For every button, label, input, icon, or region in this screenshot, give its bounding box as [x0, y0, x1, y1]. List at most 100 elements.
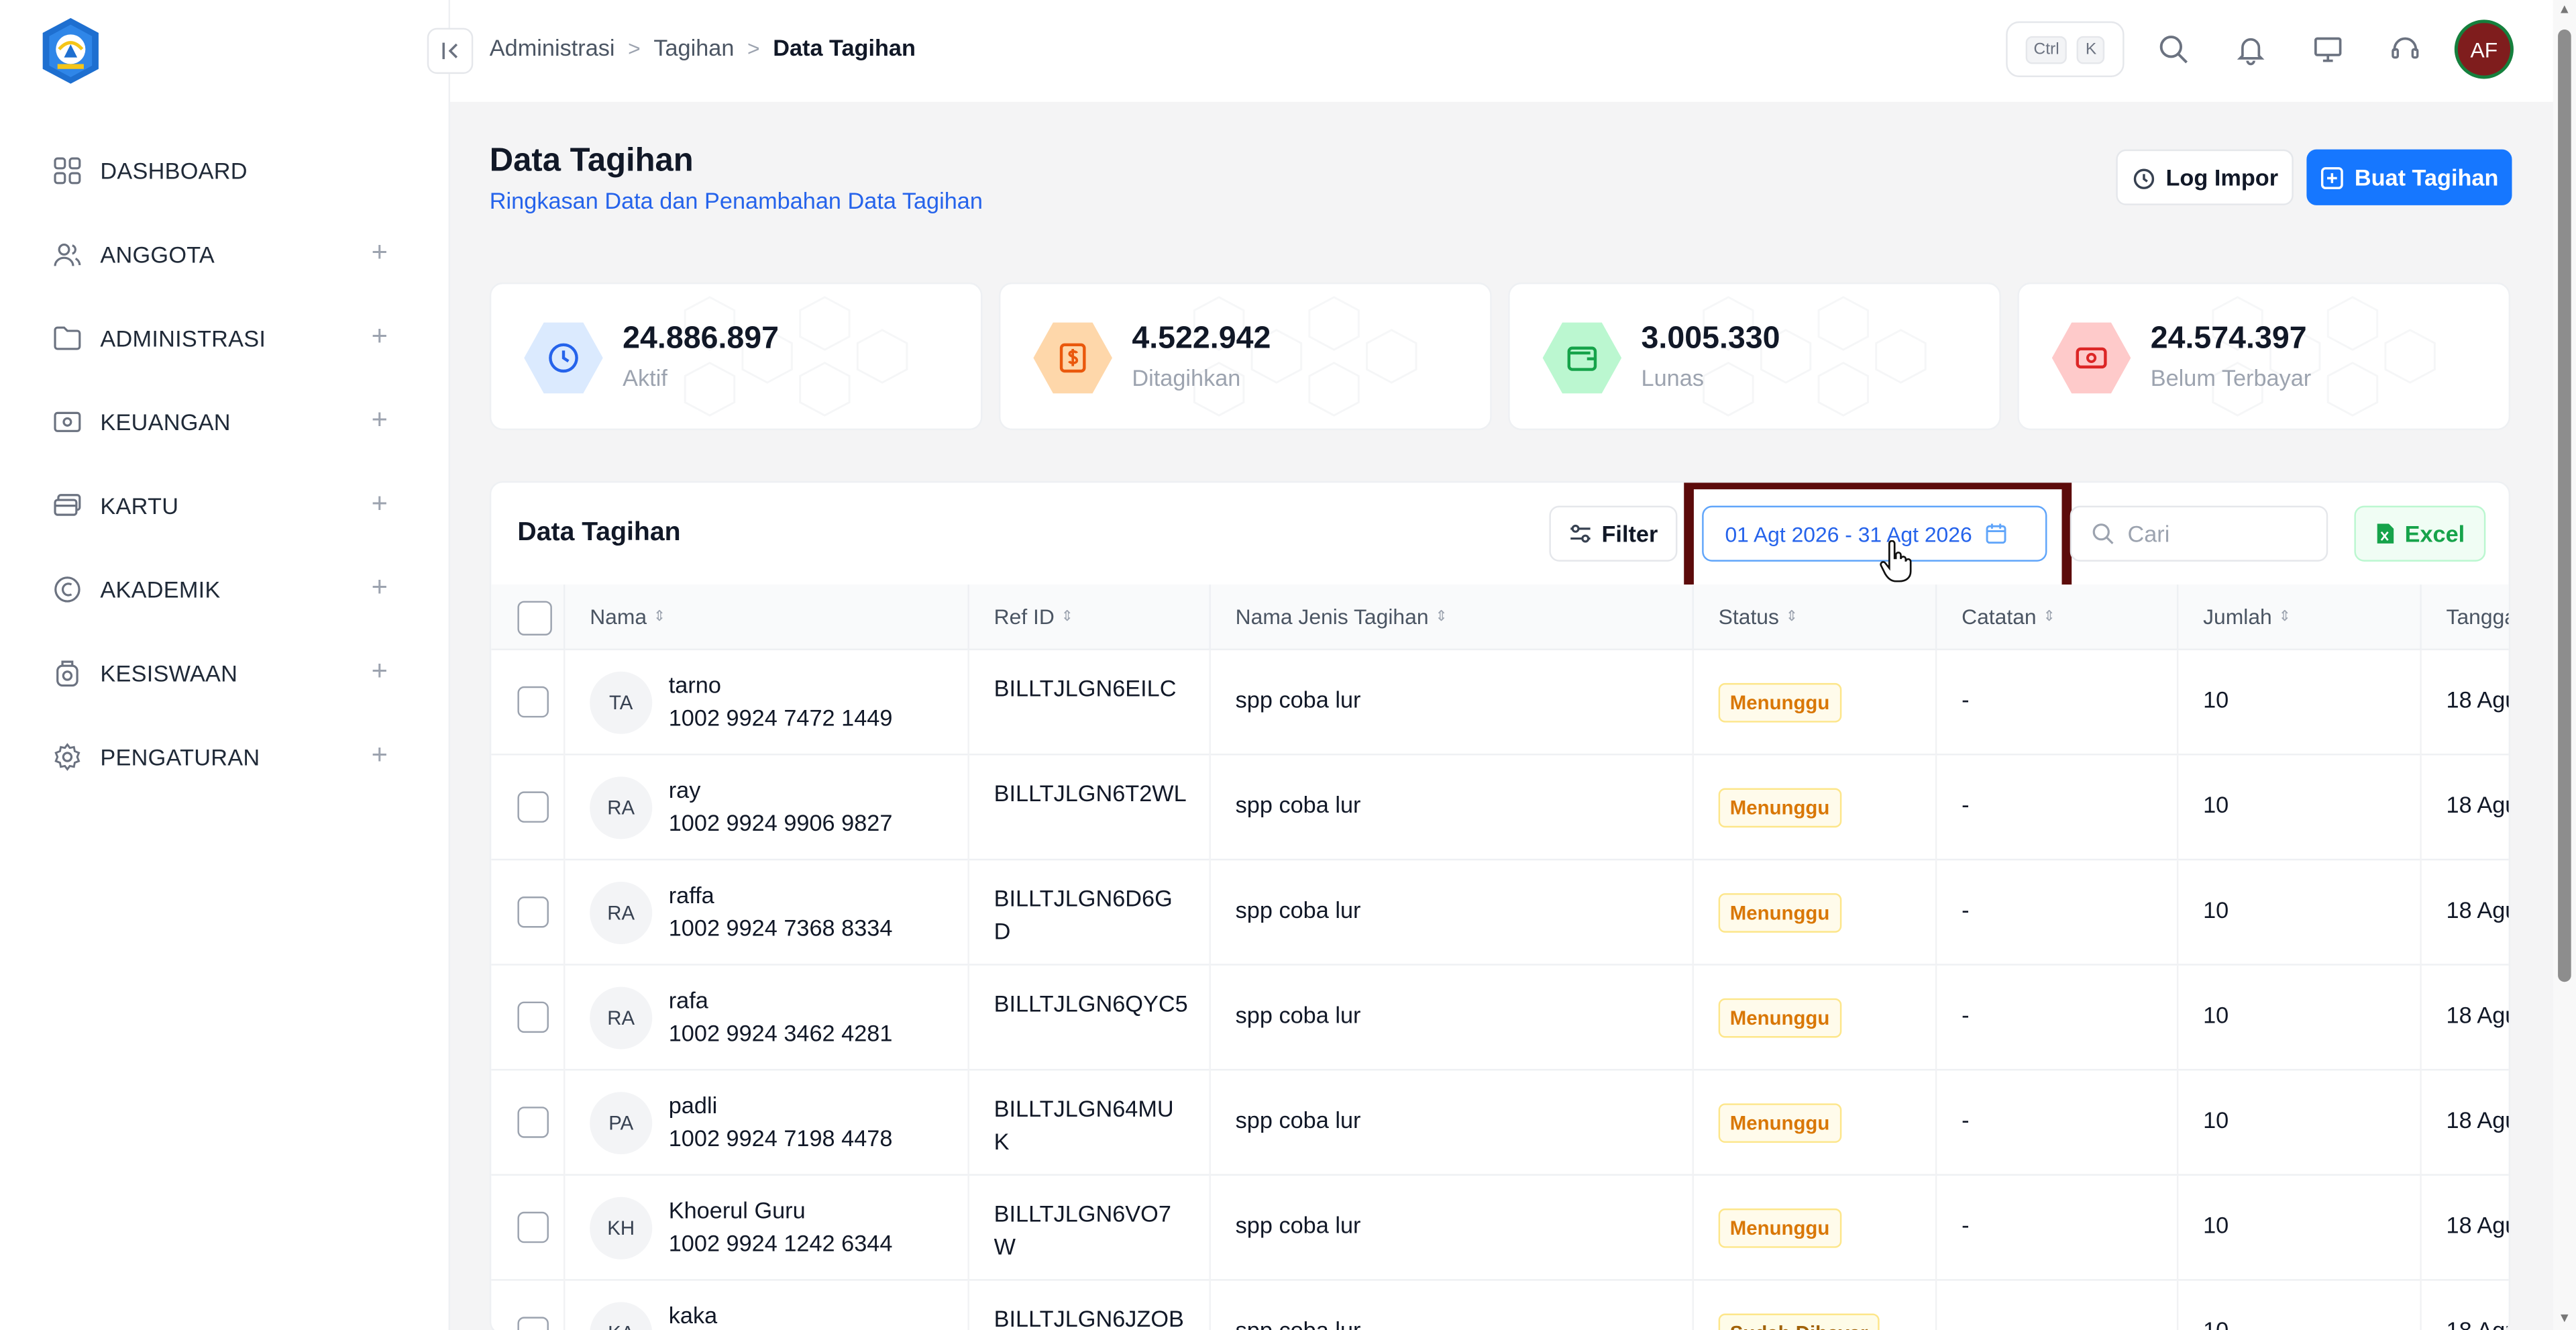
expand-plus-icon[interactable]: +: [372, 405, 388, 433]
column-header-tanggal[interactable]: Tangga: [2446, 604, 2511, 629]
sort-icon: ⇕: [2278, 607, 2292, 624]
row-checkbox[interactable]: [517, 791, 549, 823]
table-row[interactable]: RA ray 1002 9924 9906 9827 BILLTJLGN6T2WL sp…: [491, 755, 2509, 861]
sidebar-item-kartu[interactable]: KARTU +: [0, 463, 450, 547]
member-name[interactable]: tarno: [669, 672, 721, 698]
sidebar-item-dashboard[interactable]: DASHBOARD: [0, 128, 450, 212]
user-avatar[interactable]: AF: [2454, 19, 2514, 79]
column-header-label: Tangga: [2446, 604, 2511, 629]
expand-plus-icon[interactable]: +: [372, 741, 388, 769]
breadcrumb-item-administrasi[interactable]: Administrasi: [490, 34, 615, 60]
member-name[interactable]: ray: [669, 776, 701, 803]
status-badge: Menunggu: [1718, 1103, 1841, 1143]
search-placeholder: Cari: [2127, 520, 2170, 547]
amount: 10: [2203, 1107, 2229, 1133]
sidebar-item-label: ADMINISTRASI: [100, 324, 266, 351]
create-bill-button[interactable]: Buat Tagihan: [2306, 149, 2512, 205]
column-divider: [564, 650, 566, 756]
page-title: Data Tagihan: [489, 142, 694, 179]
table-row[interactable]: TA tarno 1002 9924 7472 1449 BILLTJLGN6EILC…: [491, 650, 2509, 756]
breadcrumb-item-tagihan[interactable]: Tagihan: [653, 34, 734, 60]
column-divider: [2420, 584, 2422, 650]
member-name[interactable]: Khoerul Guru: [669, 1197, 806, 1223]
table-row[interactable]: RA rafa 1002 9924 3462 4281 BILLTJLGN6QYC5 s…: [491, 965, 2509, 1071]
sidebar-item-kesiswaan[interactable]: KESISWAAN +: [0, 631, 450, 715]
row-checkbox[interactable]: [517, 686, 549, 718]
column-divider: [1935, 650, 1937, 756]
row-checkbox[interactable]: [517, 897, 549, 928]
scroll-up-arrow-icon[interactable]: ▲: [2558, 1, 2571, 16]
column-header-jumlah[interactable]: Jumlah ⇕: [2203, 604, 2291, 629]
plus-square-icon: [2321, 166, 2344, 189]
row-checkbox[interactable]: [517, 1001, 549, 1033]
expand-plus-icon[interactable]: +: [372, 657, 388, 685]
member-name[interactable]: kaka: [669, 1302, 717, 1328]
select-all-checkbox[interactable]: [517, 601, 552, 635]
export-excel-button[interactable]: Excel: [2354, 505, 2486, 562]
hexagon-pattern-decoration: [2212, 296, 2436, 417]
column-divider: [1209, 965, 1211, 1071]
column-divider: [564, 1280, 566, 1330]
avatar: KA: [590, 1302, 653, 1330]
amount: 10: [2203, 791, 2229, 818]
column-header-status[interactable]: Status ⇕: [1719, 604, 1799, 629]
amount: 10: [2203, 897, 2229, 923]
expand-plus-icon[interactable]: +: [372, 238, 388, 266]
money-icon: [52, 407, 82, 436]
column-divider: [1692, 965, 1694, 1071]
search-icon[interactable]: [2157, 33, 2190, 66]
bill-table-card: Data Tagihan Filter 01 Agt 2026 - 31 Agt…: [489, 480, 2511, 1330]
sidebar-item-keuangan[interactable]: KEUANGAN +: [0, 379, 450, 463]
page-scrollbar[interactable]: ▲ ▼: [2553, 0, 2576, 1330]
sidebar-item-label: DASHBOARD: [100, 156, 248, 183]
stat-label: Ditagihkan: [1132, 364, 1241, 391]
note: -: [1962, 897, 1970, 923]
collapse-sidebar-button[interactable]: [427, 28, 474, 74]
folder-icon: [52, 323, 82, 352]
filter-button[interactable]: Filter: [1549, 505, 1678, 562]
column-divider: [1935, 1175, 1937, 1281]
sidebar-item-pengaturan[interactable]: PENGATURAN +: [0, 714, 450, 798]
table-row[interactable]: RA raffa 1002 9924 7368 8334 BILLTJLGN6D6GD…: [491, 860, 2509, 966]
sidebar-item-akademik[interactable]: AKADEMIK +: [0, 547, 450, 631]
table-row[interactable]: KH Khoerul Guru 1002 9924 1242 6344 BILLTJL…: [491, 1175, 2509, 1281]
column-header-jenis[interactable]: Nama Jenis Tagihan ⇕: [1236, 604, 1448, 629]
expand-plus-icon[interactable]: +: [372, 489, 388, 517]
log-import-label: Log Impor: [2165, 164, 2279, 191]
kbd-k: K: [2077, 35, 2105, 64]
sidebar-item-administrasi[interactable]: ADMINISTRASI +: [0, 295, 450, 379]
row-checkbox[interactable]: [517, 1211, 549, 1243]
column-header-nama[interactable]: Nama ⇕: [590, 604, 665, 629]
scrollbar-thumb[interactable]: [2558, 30, 2571, 982]
sidebar-item-label: KARTU: [100, 491, 179, 518]
sidebar-item-anggota[interactable]: ANGGOTA +: [0, 212, 450, 296]
column-divider: [967, 1070, 969, 1176]
wallet-icon: [1542, 322, 1622, 394]
expand-plus-icon[interactable]: +: [372, 573, 388, 601]
table-row[interactable]: KA kaka BILLTJLGN6JZOB spp coba lur Sudah Di…: [491, 1280, 2509, 1330]
command-palette-shortcut[interactable]: Ctrl K: [2006, 21, 2125, 78]
support-icon[interactable]: [2389, 33, 2422, 66]
row-checkbox[interactable]: [517, 1107, 549, 1138]
ref-id: BILLTJLGN64MUK: [994, 1095, 1174, 1155]
column-divider: [1692, 584, 1694, 650]
tut-wuri-handayani-logo[interactable]: [36, 16, 105, 85]
stat-card-aktif: 24.886.897 Aktif: [489, 282, 983, 431]
search-input[interactable]: Cari: [2070, 505, 2328, 562]
member-name[interactable]: padli: [669, 1092, 717, 1118]
table-row[interactable]: PA padli 1002 9924 7198 4478 BILLTJLGN64MUK…: [491, 1070, 2509, 1176]
monitor-icon[interactable]: [2312, 33, 2345, 66]
breadcrumb-separator: >: [628, 35, 641, 60]
stat-card-lunas: 3.005.330 Lunas: [1508, 282, 2001, 431]
column-header-catatan[interactable]: Catatan ⇕: [1962, 604, 2055, 629]
column-divider: [1209, 584, 1211, 650]
stat-value: 24.886.897: [623, 321, 780, 356]
member-name[interactable]: raffa: [669, 882, 714, 908]
log-import-button[interactable]: Log Impor: [2116, 149, 2294, 205]
scroll-down-arrow-icon[interactable]: ▼: [2558, 1311, 2571, 1325]
expand-plus-icon[interactable]: +: [372, 322, 388, 350]
member-name[interactable]: rafa: [669, 987, 708, 1013]
row-checkbox[interactable]: [517, 1317, 549, 1330]
bell-icon[interactable]: [2235, 33, 2267, 66]
column-header-ref-id[interactable]: Ref ID ⇕: [994, 604, 1074, 629]
